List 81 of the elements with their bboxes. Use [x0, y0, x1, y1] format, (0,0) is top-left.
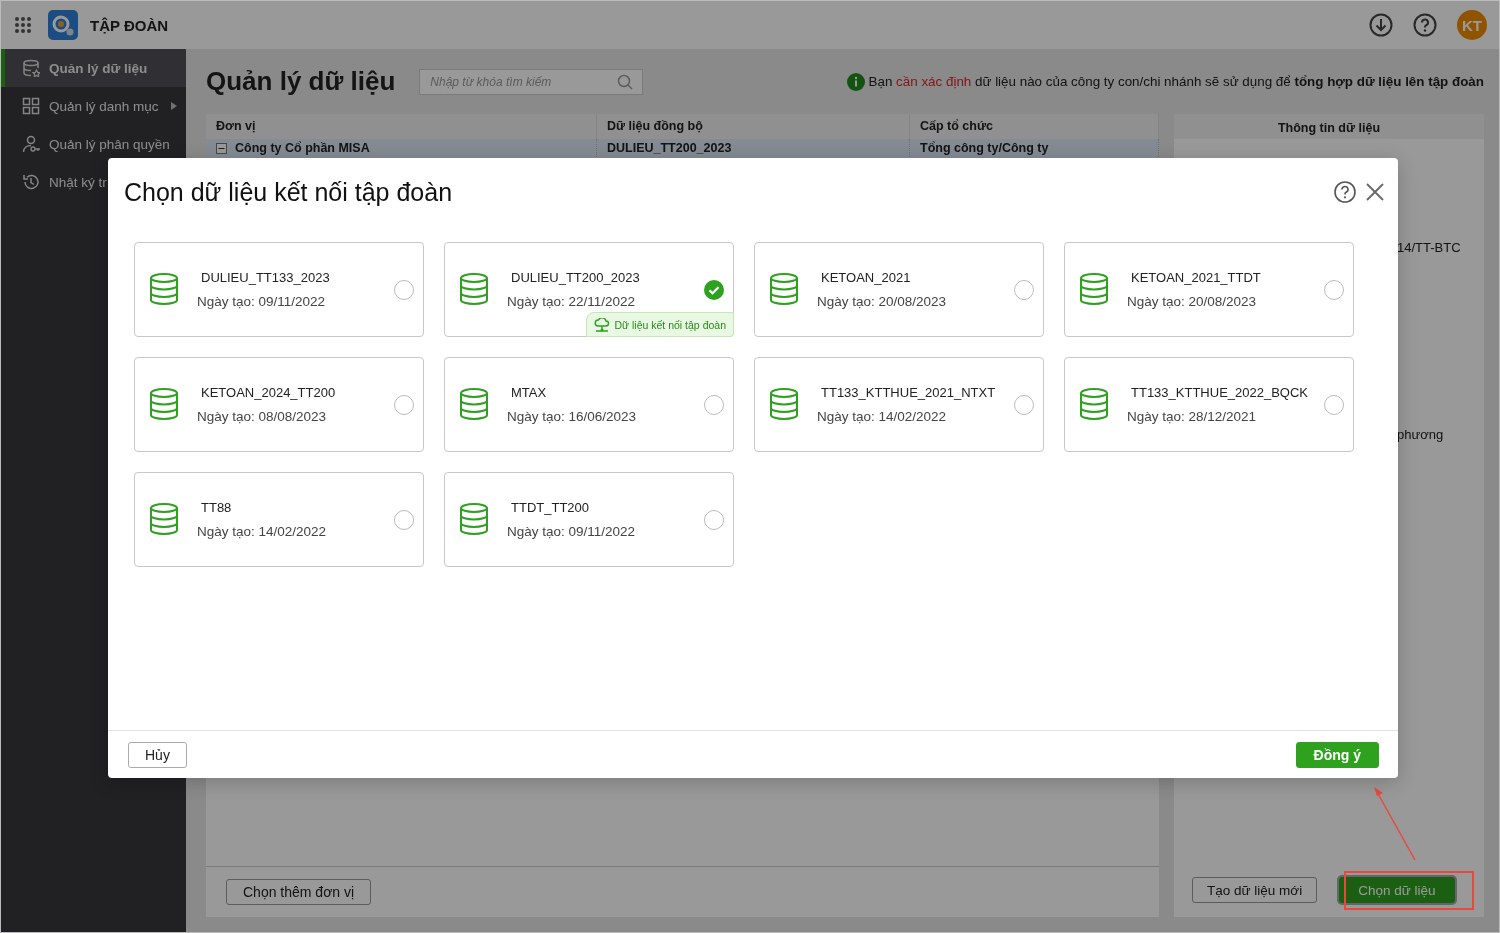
data-card[interactable]: TTDT_TT200 Ngày tạo: 09/11/2022 [444, 472, 734, 567]
data-card[interactable]: DULIEU_TT200_2023 Ngày tạo: 22/11/2022 Dữ liệu kết nối tập đoàn [444, 242, 734, 337]
database-icon [769, 272, 799, 305]
data-card[interactable]: TT133_KTTHUE_2022_BQCK Ngày tạo: 28/12/2021 [1064, 357, 1354, 452]
data-name: KETOAN_2021 [821, 270, 912, 285]
radio-icon[interactable] [394, 279, 414, 300]
detail-text: 14/TT-BTC [1397, 240, 1462, 255]
database-icon [1079, 272, 1109, 305]
database-icon [149, 502, 179, 535]
database-icon [459, 387, 489, 420]
created-date: Ngày tạo: 09/11/2022 [507, 524, 637, 539]
data-name: TT88 [201, 500, 233, 515]
database-icon [22, 59, 40, 77]
radio-icon[interactable] [1014, 279, 1034, 300]
apps-menu-icon [14, 16, 32, 34]
data-card[interactable]: DULIEU_TT133_2023 Ngày tạo: 09/11/2022 [134, 242, 424, 337]
download-icon [1369, 13, 1393, 37]
create-data-button[interactable]: Tạo dữ liệu mới [1192, 877, 1318, 903]
grid-icon [22, 97, 40, 115]
table-cell: Công ty Cổ phần MISA [235, 141, 370, 155]
data-card[interactable]: KETOAN_2024_TT200 Ngày tạo: 08/08/2023 [134, 357, 424, 452]
search-icon [617, 73, 634, 90]
close-icon [1366, 183, 1384, 201]
radio-icon[interactable] [1324, 279, 1344, 300]
data-card[interactable]: MTAX Ngày tạo: 16/06/2023 [444, 357, 734, 452]
database-icon [769, 387, 799, 420]
radio-icon[interactable] [394, 509, 414, 530]
data-card[interactable]: TT88 Ngày tạo: 14/02/2022 [134, 472, 424, 567]
data-name: TT133_KTTHUE_2021_NTXT [821, 385, 997, 400]
radio-icon[interactable] [394, 394, 414, 415]
add-unit-button[interactable]: Chọn thêm đơn vị [226, 879, 372, 905]
network-cloud-icon [594, 317, 611, 332]
panel-title: Thông tin dữ liệu [1174, 114, 1484, 139]
data-card[interactable]: KETOAN_2021 Ngày tạo: 20/08/2023 [754, 242, 1044, 337]
data-name: DULIEU_TT200_2023 [511, 270, 641, 285]
data-card[interactable]: KETOAN_2021_TTDT Ngày tạo: 20/08/2023 [1064, 242, 1354, 337]
created-date: Ngày tạo: 08/08/2023 [197, 409, 328, 424]
help-icon [1413, 13, 1437, 37]
data-name: KETOAN_2024_TT200 [201, 385, 337, 400]
created-date: Ngày tạo: 22/11/2022 [507, 294, 637, 309]
created-date: Ngày tạo: 28/12/2021 [1127, 409, 1258, 424]
sidebar-item[interactable]: Quản lý dữ liệu [1, 49, 186, 87]
radio-icon[interactable] [704, 394, 724, 415]
connected-badge: Dữ liệu kết nối tập đoàn [586, 312, 734, 337]
created-date: Ngày tạo: 09/11/2022 [197, 294, 327, 309]
data-card[interactable]: TT133_KTTHUE_2021_NTXT Ngày tạo: 14/02/2022 [754, 357, 1044, 452]
app-title: TẬP ĐOÀN [90, 16, 169, 34]
sidebar-item[interactable]: Quản lý phân quyền [1, 125, 186, 163]
info-icon [846, 72, 865, 91]
data-name: KETOAN_2021_TTDT [1131, 270, 1262, 285]
user-key-icon [22, 135, 40, 153]
created-date: Ngày tạo: 16/06/2023 [507, 409, 638, 424]
search-field[interactable]: Nhập từ khóa tìm kiếm [419, 68, 644, 95]
created-date: Ngày tạo: 20/08/2023 [1127, 294, 1258, 309]
sidebar-item[interactable]: Quản lý danh mục [1, 87, 186, 125]
history-icon [22, 173, 40, 191]
database-icon [149, 387, 179, 420]
data-name: TTDT_TT200 [511, 500, 590, 515]
checked-radio-icon[interactable] [704, 279, 724, 300]
data-name: MTAX [511, 385, 548, 400]
radio-icon[interactable] [1324, 394, 1344, 415]
database-icon [1079, 387, 1109, 420]
help-icon [1334, 181, 1356, 203]
info-notice: Bạn cần xác định dữ liệu nào của công ty con/chi nhánh sẽ sử dụng để tổng hợp dữ liệu lên tập đoàn [868, 74, 1484, 89]
dialog-title: Chọn dữ liệu kết nối tập đoàn [124, 177, 453, 207]
created-date: Ngày tạo: 20/08/2023 [817, 294, 948, 309]
table-cell: DULIEU_TT200_2023 [607, 141, 732, 155]
database-icon [459, 272, 489, 305]
detail-text: phương [1397, 427, 1445, 442]
database-icon [459, 502, 489, 535]
app-logo-icon [48, 10, 78, 40]
data-name: TT133_KTTHUE_2022_BQCK [1131, 385, 1310, 400]
table-cell: Tổng công ty/Công ty [920, 141, 1049, 155]
cancel-button[interactable]: Hủy [128, 741, 187, 768]
created-date: Ngày tạo: 14/02/2022 [197, 524, 328, 539]
page-title: Quản lý dữ liệu [206, 66, 396, 97]
created-date: Ngày tạo: 14/02/2022 [817, 409, 948, 424]
data-name: DULIEU_TT133_2023 [201, 270, 331, 285]
radio-icon[interactable] [704, 509, 724, 530]
radio-icon[interactable] [1014, 394, 1034, 415]
database-icon [149, 272, 179, 305]
